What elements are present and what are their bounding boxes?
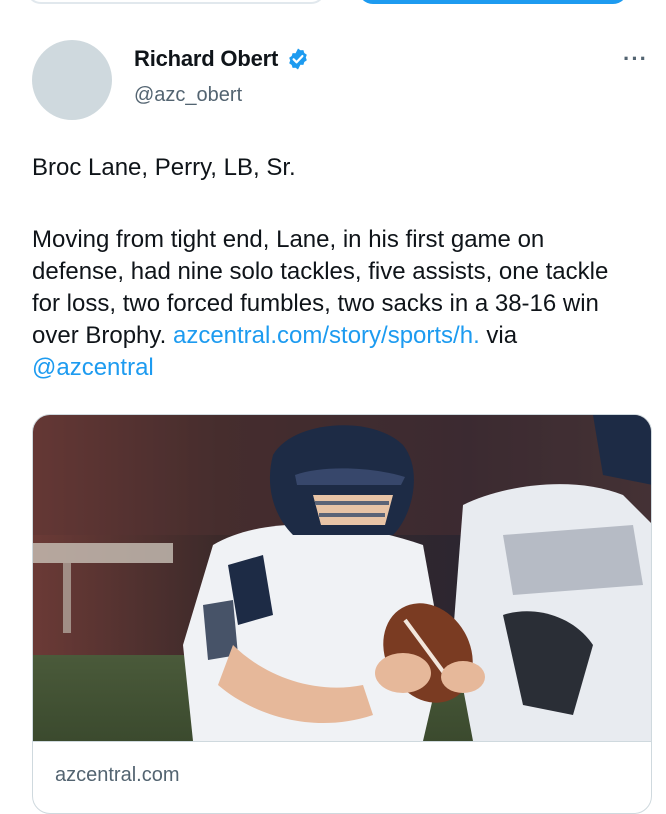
via-text: via	[479, 322, 518, 349]
verified-badge-icon	[286, 47, 310, 71]
more-options-icon[interactable]: ···	[623, 46, 648, 72]
author-name-row: Richard Obert	[134, 46, 310, 72]
avatar[interactable]	[32, 40, 112, 120]
tweet-body: Moving from tight end, Lane, in his firs…	[32, 224, 640, 384]
author-display-name[interactable]: Richard Obert	[134, 46, 278, 72]
mention-link[interactable]: @azcentral	[32, 354, 154, 381]
link-preview-card[interactable]: azcentral.com	[32, 414, 652, 814]
top-outline-button[interactable]	[26, 0, 326, 4]
tweet-link[interactable]: azcentral.com/story/sports/h.	[173, 322, 480, 349]
card-domain: azcentral.com	[55, 764, 180, 786]
card-footer[interactable]: azcentral.com	[33, 741, 651, 813]
author-handle[interactable]: @azc_obert	[134, 84, 242, 107]
card-image	[33, 415, 651, 741]
tweet-line1: Broc Lane, Perry, LB, Sr.	[32, 154, 296, 181]
top-primary-button[interactable]	[358, 0, 628, 4]
